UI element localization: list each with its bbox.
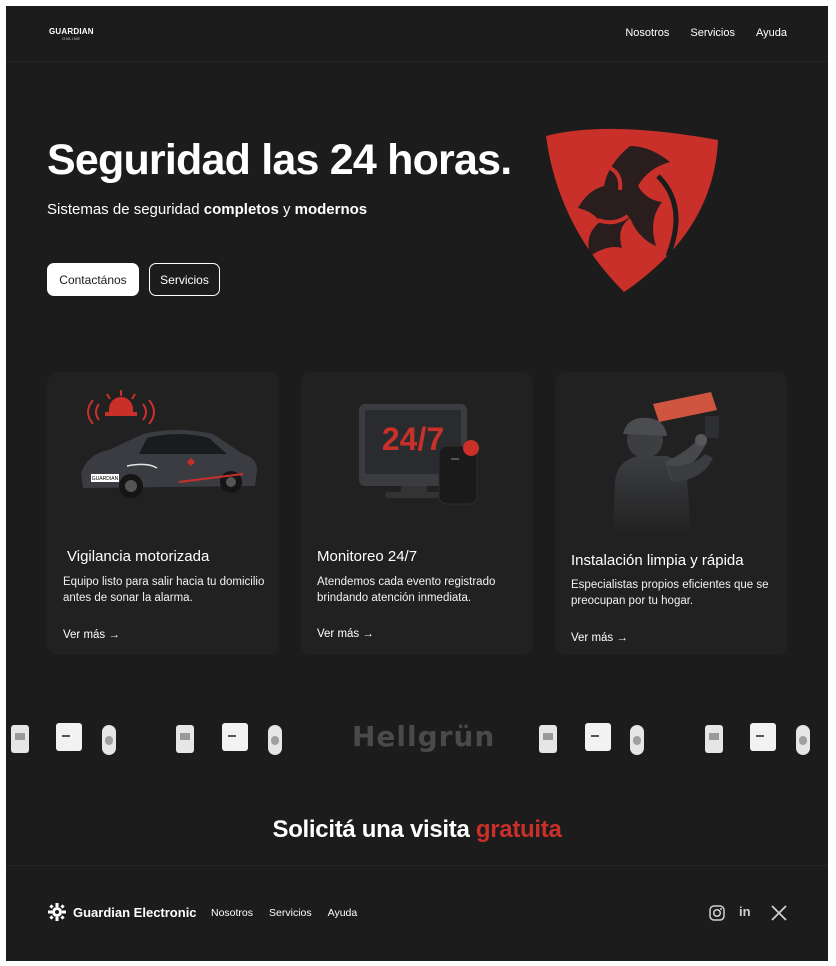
cta-text: Solicitá una visita <box>272 816 476 843</box>
x-icon[interactable] <box>770 904 788 922</box>
technician-installing-camera-illustration-icon <box>613 392 719 532</box>
footer-nav-ayuda[interactable]: Ayuda <box>328 907 358 919</box>
gear-logo-icon <box>48 903 66 921</box>
hero-subtitle: Sistemas de seguridad completos y modern… <box>47 201 367 218</box>
service-card-vigilancia[interactable]: GUARDIAN Vigilancia motorizada Equipo li… <box>47 372 279 655</box>
logo[interactable]: GUARDIAN ONLINE <box>49 28 94 41</box>
contact-button[interactable]: Contactános <box>47 263 139 296</box>
footer-brand[interactable]: Guardian Electronic <box>73 905 197 920</box>
card-description: Equipo listo para salir hacia tu domicil… <box>63 576 265 604</box>
cta-heading[interactable]: Solicitá una visita gratuita <box>6 816 828 844</box>
monitor-24-7-illustration-icon: 24/7 <box>359 404 479 505</box>
card-title: Vigilancia motorizada <box>67 548 210 565</box>
logo-sub-text: ONLINE <box>62 36 81 41</box>
sensor-group-2-icon <box>176 723 282 755</box>
instagram-icon[interactable] <box>708 904 726 922</box>
nav-item-ayuda[interactable]: Ayuda <box>756 27 787 39</box>
services-button[interactable]: Servicios <box>149 263 220 296</box>
monitor-screen-text: 24/7 <box>382 421 444 457</box>
hero-title: Seguridad las 24 horas. <box>47 136 512 184</box>
card-description: Atendemos cada evento registrado brindan… <box>317 576 496 604</box>
card-title: Instalación limpia y rápida <box>571 552 744 569</box>
card-title: Monitoreo 24/7 <box>317 548 418 565</box>
card-description: Especialistas propios eficientes que se … <box>571 579 769 607</box>
footer-nav-nosotros[interactable]: Nosotros <box>211 907 253 919</box>
hero-subtitle-bold-1: completos <box>203 201 279 218</box>
service-card-instalacion[interactable]: Instalación limpia y rápida Especialista… <box>555 372 787 655</box>
partner-brand-logo: Hellgrün <box>352 720 496 753</box>
shield-logo-icon <box>546 128 718 292</box>
service-card-monitoreo[interactable]: 24/7 Monitoreo 24/7 Atendemos cada event… <box>301 372 533 655</box>
hero-subtitle-pre: Sistemas de seguridad <box>47 201 204 218</box>
patrol-car-illustration-icon: GUARDIAN <box>81 390 257 498</box>
sensor-group-4-icon <box>705 723 810 755</box>
cta-accent-text: gratuita <box>475 816 562 843</box>
linkedin-icon[interactable]: in <box>739 904 757 922</box>
card-more-link[interactable]: Ver más → <box>63 629 120 641</box>
card-more-link[interactable]: Ver más → <box>317 628 374 640</box>
footer-divider <box>6 865 828 866</box>
sensor-group-3-icon <box>539 723 644 755</box>
card-more-link[interactable]: Ver más → <box>571 632 628 644</box>
hero-subtitle-bold-2: modernos <box>294 201 368 218</box>
nav-item-servicios[interactable]: Servicios <box>690 27 735 39</box>
footer-nav: Nosotros Servicios Ayuda <box>211 907 357 919</box>
nav-item-nosotros[interactable]: Nosotros <box>625 27 669 39</box>
header: GUARDIAN ONLINE Nosotros Servicios Ayuda <box>6 6 828 62</box>
logo-main-text: GUARDIAN <box>49 27 94 36</box>
sensor-group-1-icon <box>11 723 116 755</box>
page: GUARDIAN ONLINE Nosotros Servicios Ayuda… <box>6 6 828 961</box>
top-nav: Nosotros Servicios Ayuda <box>625 27 787 39</box>
hero-subtitle-mid: y <box>278 201 295 218</box>
footer-nav-servicios[interactable]: Servicios <box>269 907 312 919</box>
license-plate-text: GUARDIAN <box>92 476 119 482</box>
